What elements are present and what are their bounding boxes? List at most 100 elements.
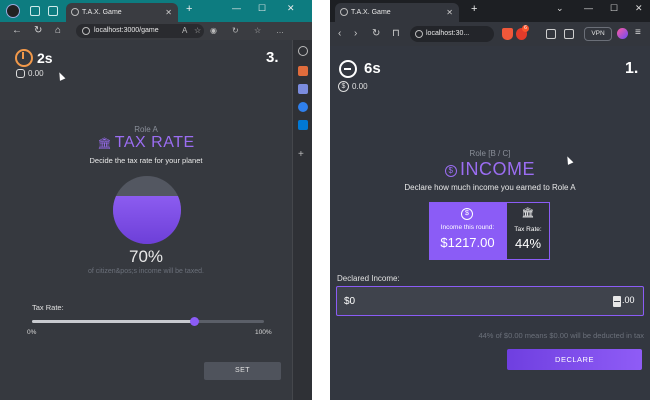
refresh-ext-icon[interactable]: ↻	[232, 26, 239, 35]
slider-thumb[interactable]	[190, 317, 200, 326]
round-number: 3.	[266, 49, 279, 66]
new-tab-icon[interactable]: +	[471, 3, 477, 15]
bookmark-icon[interactable]: ⊓	[392, 28, 400, 39]
menu-icon[interactable]: ≡	[635, 27, 641, 38]
site-info-icon[interactable]	[82, 27, 90, 35]
maximize-icon[interactable]: ☐	[258, 3, 266, 14]
favorite-icon[interactable]: ☆	[194, 26, 201, 35]
role-label: Role [B / C]	[469, 149, 511, 158]
vpn-button[interactable]: VPN	[584, 27, 612, 41]
income-value: $1217.00	[440, 235, 495, 250]
browser-window-b: T.A.X. Game ✕ + ⌄ — ☐ ✕ ‹ › ↻ ⊓ localhos…	[330, 0, 650, 400]
favorites-bar-icon[interactable]: ☆	[254, 26, 261, 35]
browser-tab[interactable]: T.A.X. Game ✕	[66, 3, 178, 22]
page-subtitle: Decide the tax rate for your planet	[89, 156, 203, 165]
role-label: Role A	[134, 125, 158, 134]
url-text: localhost:3000/game	[94, 27, 159, 34]
workspaces-icon[interactable]	[30, 6, 40, 16]
tax-rate-card: 🏛 Tax Rate: 44%	[506, 202, 550, 260]
forward-icon[interactable]: ›	[354, 28, 357, 39]
timer-icon	[15, 49, 33, 67]
tax-rate-label: Tax Rate:	[514, 226, 542, 233]
game-panel-a: 2s 0.00 3. Role A 🏛 TAX RATE Decide the t…	[0, 40, 292, 400]
address-bar[interactable]: localhost:30...	[410, 26, 494, 42]
bank-icon: 🏛	[97, 138, 112, 150]
back-icon[interactable]: ‹	[338, 28, 341, 39]
minimize-icon[interactable]: —	[584, 3, 593, 13]
declare-button[interactable]: DECLARE	[507, 349, 642, 370]
timer: 6s	[364, 60, 381, 77]
slider-min-label: 0%	[27, 329, 37, 336]
dollar-icon: $	[338, 81, 349, 92]
close-tab-icon[interactable]: ✕	[446, 3, 453, 22]
add-sidebar-icon[interactable]: +	[298, 150, 308, 160]
minimize-icon[interactable]: —	[232, 3, 241, 13]
tab-search-icon[interactable]: ⌄	[556, 3, 564, 14]
extension-icon[interactable]: ◉	[210, 26, 217, 35]
tab-bar: T.A.X. Game ✕ + ⌄ — ☐ ✕	[330, 0, 650, 22]
slider-max-label: 100%	[255, 329, 272, 336]
page-title: 🏛 TAX RATE	[0, 134, 292, 152]
read-aloud-icon[interactable]: A	[182, 26, 187, 35]
browser-tab[interactable]: T.A.X. Game ✕	[335, 3, 459, 22]
coin-icon	[16, 69, 25, 78]
income-label: Income this round:	[440, 224, 495, 231]
back-icon[interactable]: ←	[12, 25, 22, 36]
tools-icon[interactable]	[298, 84, 308, 94]
leo-ai-icon[interactable]	[617, 28, 628, 39]
close-window-icon[interactable]: ✕	[287, 3, 295, 14]
round-number: 1.	[625, 60, 639, 77]
set-button[interactable]: SET	[204, 362, 281, 380]
edge-sidebar: +	[292, 40, 312, 400]
tax-rate-gauge-fill	[113, 196, 181, 244]
tax-hint: 44% of $0.00 means $0.00 will be deducte…	[478, 331, 644, 340]
declared-income-label: Declared Income:	[337, 274, 400, 283]
address-bar-row: ← ↻ ⌂ localhost:3000/game A ☆ ◉ ↻ ☆ …	[0, 22, 312, 40]
close-window-icon[interactable]: ✕	[635, 3, 643, 14]
tab-title: T.A.X. Game	[82, 9, 122, 16]
profile-avatar[interactable]	[6, 4, 20, 18]
dollar-icon: $	[461, 208, 473, 220]
site-info-icon[interactable]	[415, 30, 423, 38]
wallet-icon[interactable]	[564, 29, 574, 39]
tax-rate-gauge	[113, 176, 181, 244]
tab-title: T.A.X. Game	[351, 9, 391, 16]
favicon-icon	[71, 8, 79, 16]
refresh-icon[interactable]: ↻	[372, 28, 380, 39]
tax-rate-percent: 70%	[128, 247, 164, 266]
close-tab-icon[interactable]: ✕	[165, 3, 172, 22]
bank-icon: 🏛	[521, 208, 535, 219]
coin-balance: 0.00	[352, 82, 368, 91]
stepper-icon[interactable]	[613, 296, 621, 307]
copilot-icon[interactable]	[298, 102, 308, 112]
outlook-icon[interactable]	[298, 120, 308, 130]
tax-rate-note: of citizen&pos;s income will be taxed.	[88, 268, 204, 275]
input-suffix: .00	[622, 295, 635, 305]
address-bar-row: ‹ › ↻ ⊓ localhost:30... 6 VPN ≡	[330, 22, 650, 46]
brave-shields-icon[interactable]	[502, 28, 513, 40]
page-subtitle: Declare how much income you earned to Ro…	[404, 183, 576, 192]
coin-balance: 0.00	[28, 69, 44, 78]
dollar-icon: $	[445, 165, 457, 177]
tab-actions-icon[interactable]	[48, 6, 58, 16]
declared-income-input[interactable]	[336, 286, 644, 316]
search-icon[interactable]	[298, 46, 308, 56]
game-panel-b: 6s $ 0.00 1. Role [B / C] $ INCOME Declar…	[330, 46, 650, 400]
refresh-icon[interactable]: ↻	[34, 25, 42, 36]
tax-rate-slider[interactable]	[32, 317, 264, 326]
maximize-icon[interactable]: ☐	[610, 3, 618, 14]
favicon-icon	[340, 8, 348, 16]
sidebar-toggle-icon[interactable]	[546, 29, 556, 39]
browser-window-a: T.A.X. Game ✕ + — ☐ ✕ ← ↻ ⌂ localhost:30…	[0, 0, 312, 400]
new-tab-icon[interactable]: +	[186, 3, 192, 15]
slider-fill	[32, 320, 195, 323]
timer-icon	[339, 60, 357, 78]
shields-badge: 6	[522, 25, 529, 32]
tab-bar: T.A.X. Game ✕ + — ☐ ✕	[0, 0, 312, 22]
page-title: $ INCOME	[330, 159, 650, 180]
mouse-cursor-icon	[56, 71, 66, 81]
shopping-icon[interactable]	[298, 66, 308, 76]
more-icon[interactable]: …	[276, 26, 284, 35]
home-icon[interactable]: ⌂	[55, 25, 61, 36]
url-text: localhost:30...	[426, 30, 470, 37]
